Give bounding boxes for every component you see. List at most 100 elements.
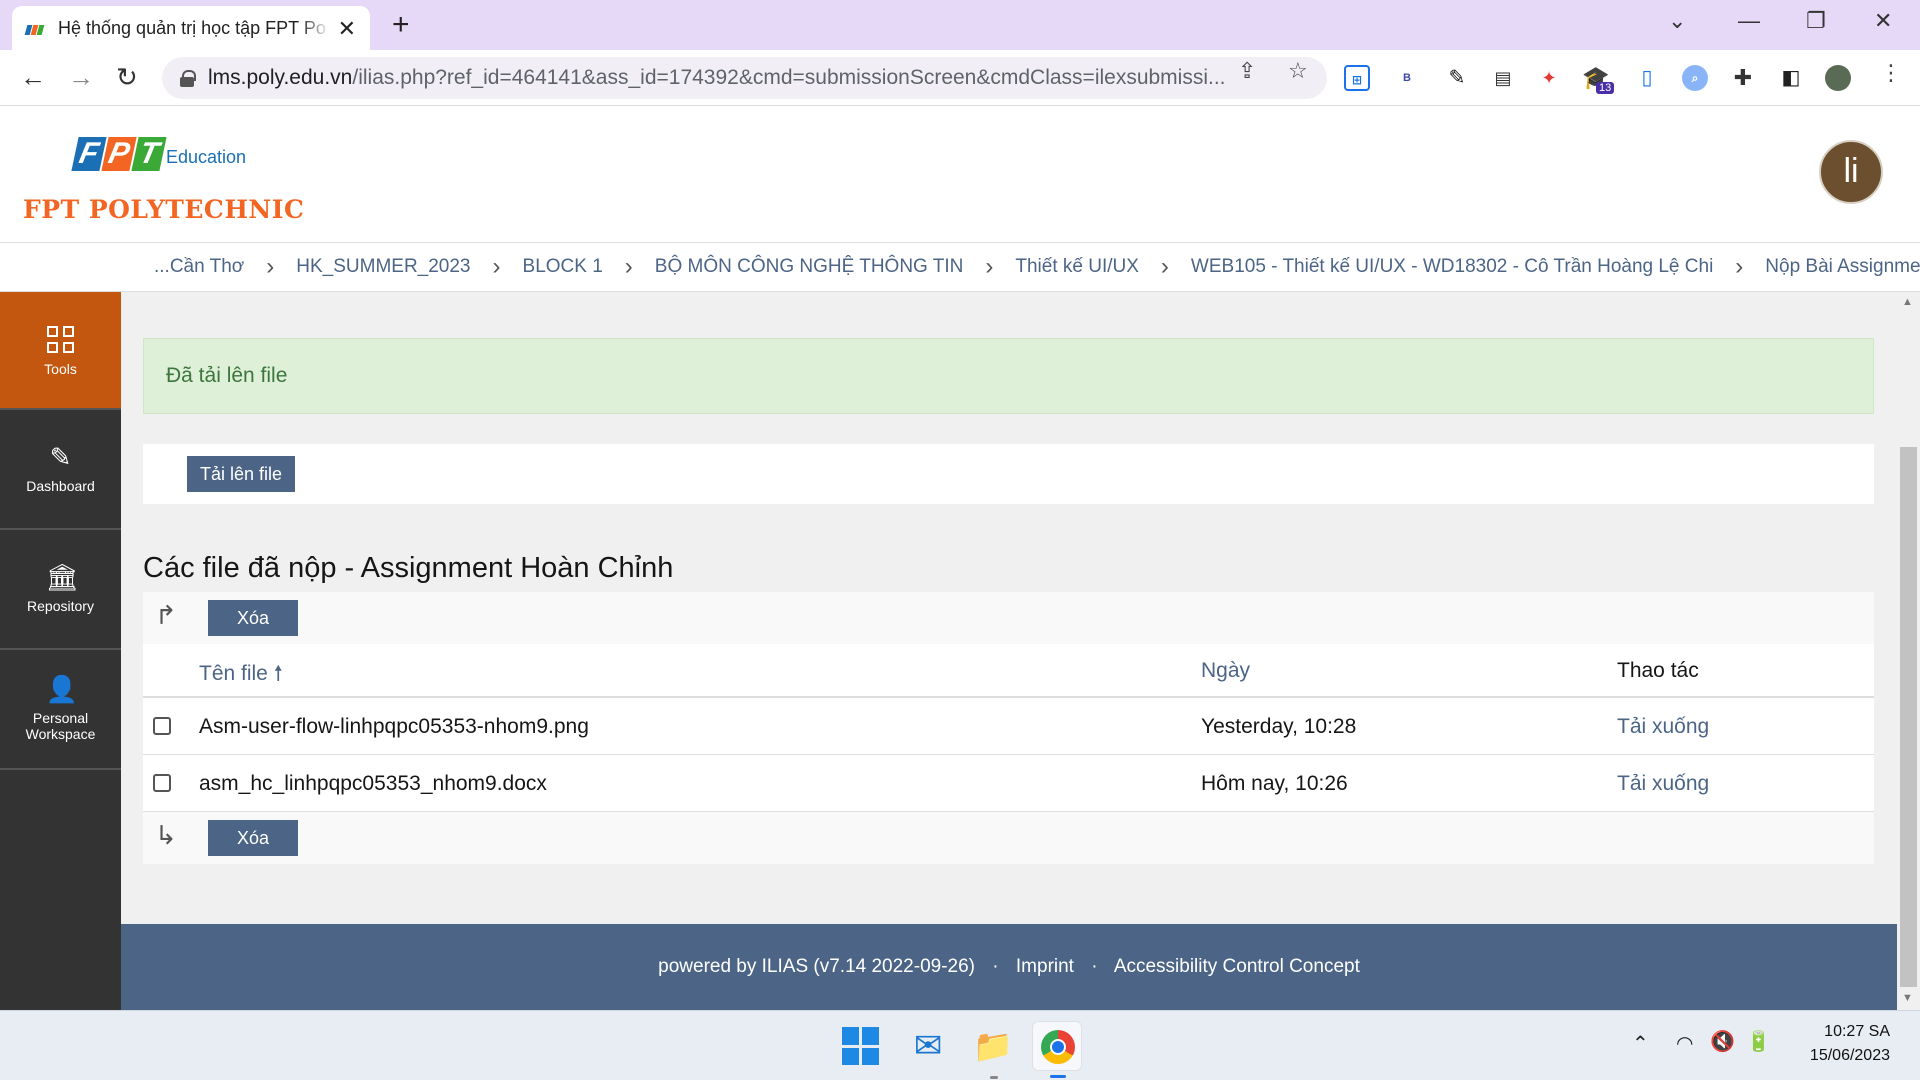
fpt-logo[interactable]: F P T: [71, 137, 167, 171]
sidebar-item-personal-workspace[interactable]: 👤 Personal Workspace: [0, 652, 121, 770]
browser-tab[interactable]: Hệ thống quản trị học tập FPT Po ✕: [12, 6, 370, 50]
footer-powered-by[interactable]: powered by ILIAS (v7.14 2022-09-26): [658, 956, 975, 977]
file-name: asm_hc_linhpqpc05353_nhom9.docx: [199, 772, 547, 795]
bank-icon: 🏛: [45, 562, 79, 592]
footer-accessibility-link[interactable]: Accessibility Control Concept: [1114, 956, 1360, 977]
arrow-turn-down-right-icon: ↳: [155, 820, 177, 850]
clock-time[interactable]: 10:27 SA: [1780, 1023, 1890, 1041]
delete-button[interactable]: Xóa: [208, 820, 298, 856]
windows-start-icon[interactable]: [836, 1021, 886, 1071]
battery-icon[interactable]: 🔋: [1746, 1029, 1771, 1054]
chevron-right-icon: ›: [624, 253, 633, 280]
tab-close-icon[interactable]: ✕: [338, 16, 356, 42]
open-app-indicator: [990, 1076, 998, 1079]
forward-icon[interactable]: →: [68, 60, 94, 94]
lock-icon[interactable]: [180, 70, 196, 87]
column-header-filename[interactable]: Tên file 🠕: [199, 659, 283, 694]
new-tab-icon[interactable]: +: [392, 10, 410, 40]
profile-avatar[interactable]: [1825, 65, 1851, 91]
arrow-turn-right-icon: ↱: [155, 600, 177, 630]
url-host: lms.poly.edu.vn: [208, 66, 353, 89]
scroll-thumb[interactable]: [1900, 447, 1917, 987]
sort-arrow-up-icon: 🠕: [273, 662, 283, 685]
tray-chevron-up-icon[interactable]: ⌃: [1632, 1031, 1649, 1056]
b-extension-icon[interactable]: B: [1394, 65, 1420, 91]
sidepanel-icon[interactable]: ◧: [1778, 65, 1804, 91]
table-actions-bottom: ↳ Xóa: [143, 812, 1874, 864]
page-scrollbar[interactable]: ▲ ▼: [1897, 292, 1920, 1010]
breadcrumb-item[interactable]: BỘ MÔN CÔNG NGHỆ THÔNG TIN: [655, 256, 964, 278]
restore-icon[interactable]: ❐: [1806, 8, 1826, 34]
file-explorer-icon[interactable]: 📁: [968, 1021, 1018, 1071]
success-alert: Đã tải lên file: [143, 338, 1874, 414]
sidebar-item-label: Personal: [32, 710, 89, 726]
pen-extension-icon[interactable]: ✎: [1444, 65, 1470, 91]
breadcrumb-item[interactable]: WEB105 - Thiết kế UI/UX - WD18302 - Cô T…: [1191, 256, 1713, 278]
chrome-app-icon[interactable]: [1032, 1021, 1082, 1071]
scroll-down-icon[interactable]: ▼: [1902, 992, 1913, 1004]
minimize-icon[interactable]: —: [1738, 8, 1760, 34]
site-header: F P T Education FPT POLYTECHNIC li: [0, 107, 1920, 242]
chevron-right-icon: ›: [985, 253, 994, 280]
column-header-date[interactable]: Ngày: [1201, 659, 1250, 683]
submitted-files-table: ↱ Xóa Tên file 🠕 Ngày Thao tác Asm-user-…: [143, 592, 1874, 864]
browser-toolbar: ← → ↻ lms.poly.edu.vn /ilias.php?ref_id=…: [0, 50, 1920, 106]
breadcrumb: ...Cần Thơ › HK_SUMMER_2023 › BLOCK 1 › …: [0, 242, 1920, 292]
translate-extension-icon[interactable]: ⊞: [1344, 65, 1370, 91]
dashboard-icon: ✎: [49, 442, 72, 472]
chevron-right-icon: ›: [1160, 253, 1169, 280]
delete-button[interactable]: Xóa: [208, 600, 298, 636]
mail-app-icon[interactable]: ✉: [903, 1021, 953, 1071]
windows-taskbar: ✉ 📁 ⌃ ◠ 🔇 🔋 10:27 SA 15/06/2023: [0, 1010, 1920, 1080]
active-app-indicator: [1050, 1075, 1066, 1078]
sidebar-item-repository[interactable]: 🏛 Repository: [0, 532, 121, 650]
page-footer: powered by ILIAS (v7.14 2022-09-26) · Im…: [121, 924, 1897, 1010]
download-link[interactable]: Tải xuống: [1617, 715, 1709, 739]
sidebar-item-tools[interactable]: Tools: [0, 292, 121, 410]
tab-search-chevron-icon[interactable]: ⌄: [1668, 8, 1686, 34]
sidebar-item-dashboard[interactable]: ✎ Dashboard: [0, 412, 121, 530]
fpt-favicon-icon: [24, 22, 45, 35]
user-avatar[interactable]: li: [1819, 140, 1883, 204]
row-checkbox[interactable]: [153, 717, 171, 735]
url-path: /ilias.php?ref_id=464141&ass_id=174392&c…: [352, 66, 1226, 89]
file-date: Yesterday, 10:28: [1201, 715, 1357, 738]
row-checkbox[interactable]: [153, 774, 171, 792]
footer-imprint-link[interactable]: Imprint: [1016, 956, 1074, 977]
browser-tab-strip: Hệ thống quản trị học tập FPT Po ✕ + ⌄ —…: [0, 0, 1920, 50]
share-icon[interactable]: ⇪: [1238, 58, 1256, 84]
chrome-menu-icon[interactable]: ⋮: [1880, 60, 1902, 86]
grid-icon: [47, 326, 74, 353]
clock-date[interactable]: 15/06/2023: [1780, 1047, 1890, 1065]
docs-extension-icon[interactable]: ▯: [1634, 65, 1660, 91]
scroll-up-icon[interactable]: ▲: [1902, 296, 1913, 308]
reader-extension-icon[interactable]: ▤: [1490, 65, 1516, 91]
extensions-puzzle-icon[interactable]: ✚: [1730, 65, 1756, 91]
extension-badge: 13: [1596, 82, 1615, 94]
window-close-icon[interactable]: ✕: [1874, 8, 1892, 34]
reload-icon[interactable]: ↻: [116, 60, 138, 94]
table-row: Asm-user-flow-linhpqpc05353-nhom9.png Ye…: [143, 699, 1874, 755]
breadcrumb-item[interactable]: Thiết kế UI/UX: [1015, 256, 1139, 278]
breadcrumb-item[interactable]: ...Cần Thơ: [154, 256, 244, 278]
upload-file-button[interactable]: Tải lên file: [187, 456, 295, 492]
chevron-right-icon: ›: [492, 253, 501, 280]
breadcrumb-item[interactable]: HK_SUMMER_2023: [296, 256, 470, 278]
address-bar[interactable]: lms.poly.edu.vn /ilias.php?ref_id=464141…: [162, 57, 1327, 99]
tab-title: Hệ thống quản trị học tập FPT Po: [58, 17, 326, 38]
breadcrumb-item-current[interactable]: Nộp Bài Assignment: [1765, 256, 1920, 278]
table-row: asm_hc_linhpqpc05353_nhom9.docx Hôm nay,…: [143, 756, 1874, 812]
logo-polytechnic-text: FPT POLYTECHNIC: [23, 195, 305, 224]
sidebar-item-label: Tools: [44, 361, 77, 377]
back-icon[interactable]: ←: [20, 60, 46, 94]
wifi-icon[interactable]: ◠: [1676, 1031, 1693, 1056]
search-extension-icon[interactable]: ⌕: [1682, 65, 1708, 91]
chevron-right-icon: ›: [1735, 253, 1744, 280]
bookmark-star-icon[interactable]: ☆: [1288, 58, 1308, 84]
volume-muted-icon[interactable]: 🔇: [1710, 1029, 1735, 1054]
download-link[interactable]: Tải xuống: [1617, 772, 1709, 796]
column-header-actions: Thao tác: [1617, 659, 1699, 682]
file-date: Hôm nay, 10:26: [1201, 772, 1348, 795]
breadcrumb-item[interactable]: BLOCK 1: [523, 256, 603, 278]
color-extension-icon[interactable]: ✦: [1536, 65, 1562, 91]
